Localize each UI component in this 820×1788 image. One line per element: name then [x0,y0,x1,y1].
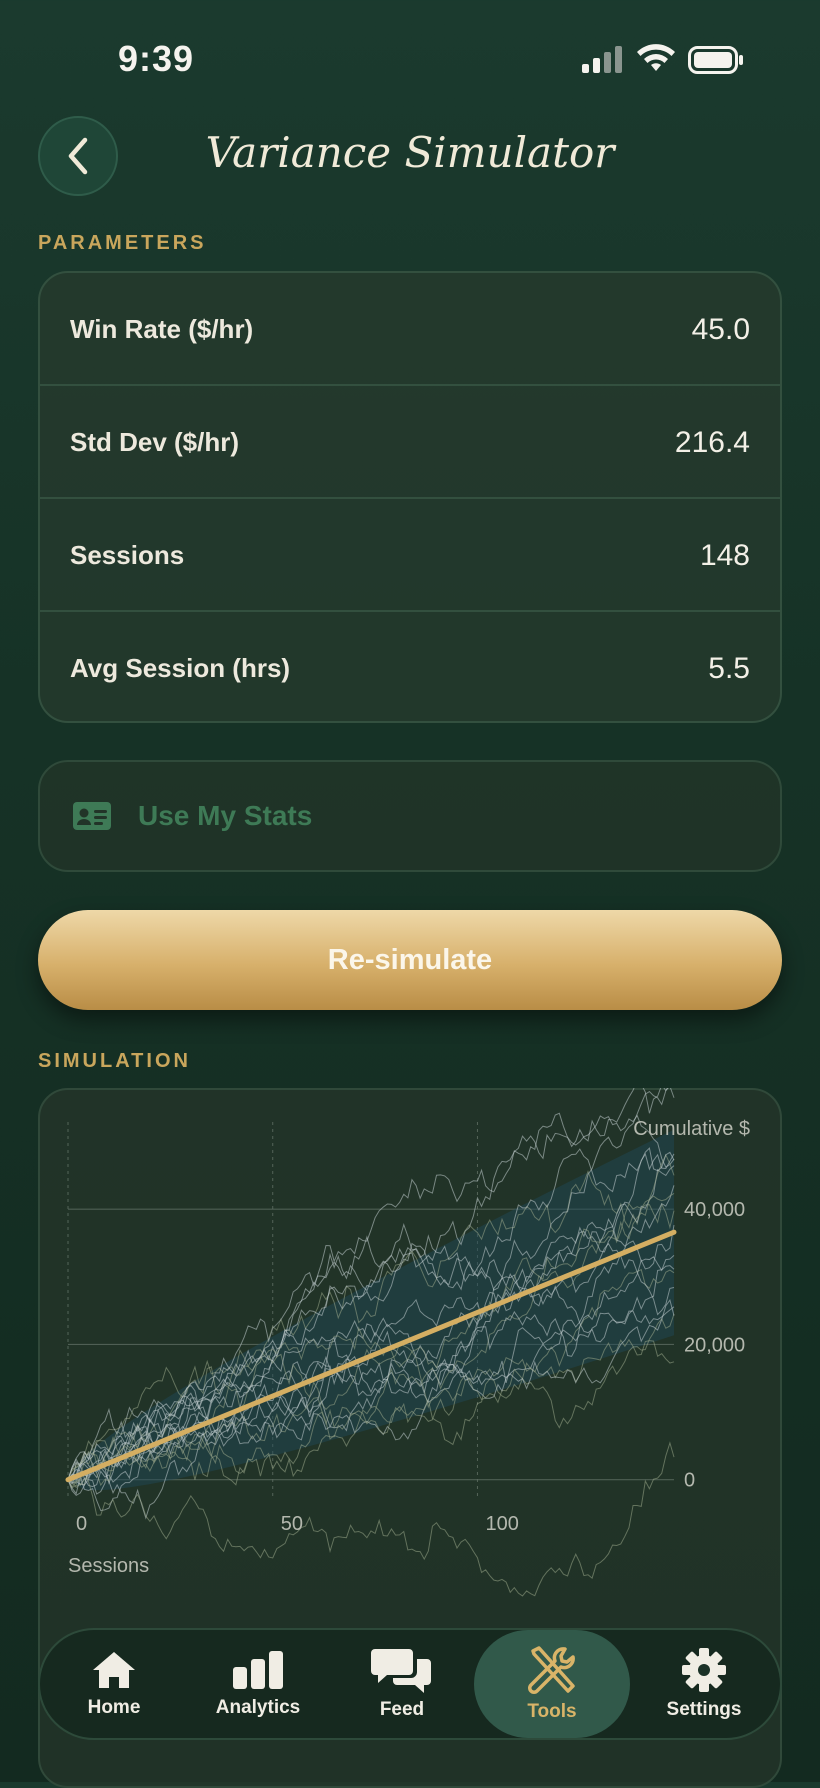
param-value[interactable]: 216.4 [675,426,750,460]
param-label: Win Rate ($/hr) [70,314,254,344]
tab-feed[interactable]: Feed [332,1630,472,1738]
y-axis-title: Cumulative $ [633,1118,750,1140]
bar-chart-icon [233,1651,283,1689]
house-icon [93,1652,135,1688]
resimulate-label: Re-simulate [327,943,493,976]
param-label: Avg Session (hrs) [70,653,291,683]
parameters-card: Win Rate ($/hr) 45.0 Std Dev ($/hr) 216.… [38,271,782,723]
cellular-signal-icon [582,46,622,73]
param-label: Std Dev ($/hr) [70,427,240,457]
y-tick-label: 20,000 [684,1334,745,1356]
param-value[interactable]: 45.0 [692,313,750,347]
tab-label: Settings [666,1699,742,1720]
resimulate-button[interactable]: Re-simulate [38,910,782,1010]
page-title: Variance Simulator [205,128,615,177]
param-row-win-rate[interactable]: Win Rate ($/hr) 45.0 [40,273,780,386]
tab-bar: Home Analytics Feed Tools Settings [38,1628,782,1740]
status-time: 9:39 [118,38,195,79]
x-tick-label: 50 [281,1513,303,1535]
wifi-icon [637,44,675,71]
param-label: Sessions [70,540,185,570]
x-tick-label: 100 [485,1513,518,1535]
variance-chart: 40,000 20,000 0 0 50 100 Cumulative $ Sessions [65,1088,750,1597]
id-card-icon [73,802,111,830]
y-tick-label: 0 [684,1470,695,1492]
use-my-stats-label: Use My Stats [138,800,313,831]
chat-bubbles-icon [371,1649,431,1693]
y-tick-label: 40,000 [684,1199,745,1221]
tab-label: Feed [379,1699,425,1720]
tab-label: Home [87,1697,141,1718]
tab-tools[interactable]: Tools [474,1630,630,1738]
tab-settings[interactable]: Settings [634,1630,774,1738]
param-row-sessions[interactable]: Sessions 148 [40,499,780,612]
tab-label: Tools [527,1701,577,1722]
param-value[interactable]: 5.5 [708,652,750,686]
battery-icon [688,46,743,74]
x-tick-label: 0 [76,1513,87,1535]
x-axis-title: Sessions [68,1555,149,1577]
param-value[interactable]: 148 [700,539,750,573]
tools-icon [528,1646,575,1694]
param-row-avg-session[interactable]: Avg Session (hrs) 5.5 [40,612,780,725]
tab-analytics[interactable]: Analytics [188,1630,328,1738]
simulation-section-label: SIMULATION [38,1050,191,1072]
gear-icon [682,1648,726,1692]
tab-label: Analytics [215,1697,301,1718]
param-row-std-dev[interactable]: Std Dev ($/hr) 216.4 [40,386,780,499]
use-my-stats-button[interactable]: Use My Stats [38,760,782,872]
tab-home[interactable]: Home [44,1630,184,1738]
parameters-section-label: PARAMETERS [38,232,207,254]
